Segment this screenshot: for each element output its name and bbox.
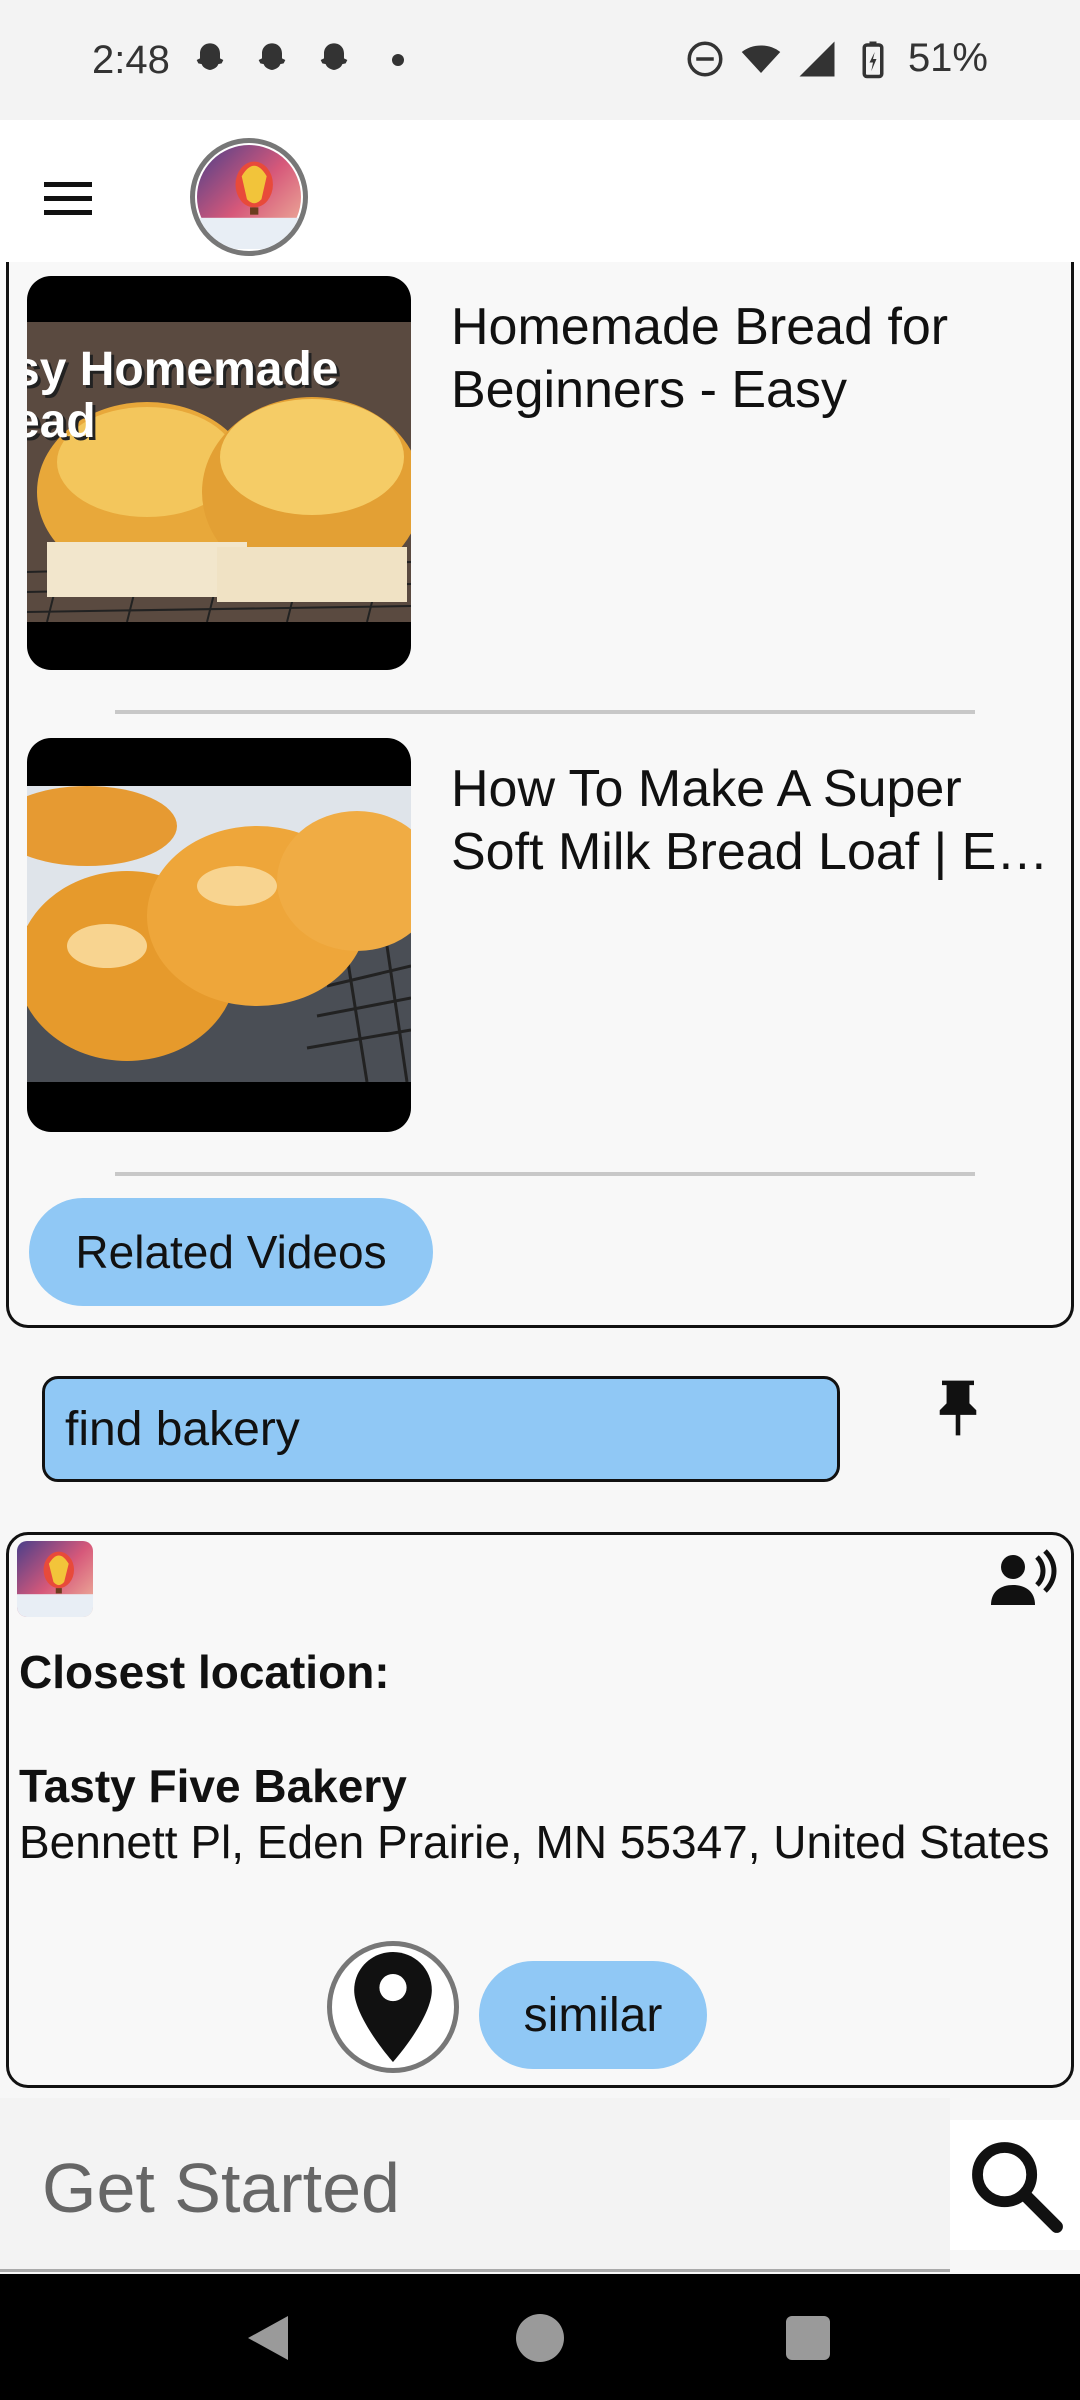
divider — [115, 710, 975, 714]
video-title-line: How To Make A Super — [451, 760, 962, 818]
video-title[interactable]: Homemade Bread for Beginners - Easy — [451, 296, 1051, 422]
search-button[interactable] — [950, 2120, 1080, 2250]
result-card: Closest location: Tasty Five Bakery Benn… — [6, 1532, 1074, 2088]
app-bar — [0, 120, 1080, 270]
video-thumbnail[interactable]: sy Homemade ead — [27, 276, 411, 670]
map-pin-icon — [354, 1952, 432, 2062]
recents-icon[interactable] — [786, 2316, 830, 2360]
thumbnail-text: ead — [27, 395, 96, 448]
status-bar: 2:48 51% — [0, 0, 1080, 120]
thumbnail-text: sy Homemade — [27, 343, 339, 396]
related-videos-button[interactable]: Related Videos — [29, 1198, 433, 1306]
video-thumbnail[interactable] — [27, 738, 411, 1132]
home-icon[interactable] — [516, 2314, 564, 2362]
map-pin-button[interactable] — [327, 1941, 459, 2073]
similar-button[interactable]: similar — [479, 1961, 707, 2069]
menu-icon[interactable] — [44, 168, 104, 228]
command-text-field[interactable]: find bakery — [42, 1376, 840, 1482]
place-address: Bennett Pl, Eden Prairie, MN 55347, Unit… — [19, 1816, 1050, 1868]
balloon-logo-icon — [17, 1541, 93, 1617]
more-notifications-dot — [392, 54, 404, 66]
search-input[interactable]: Get Started — [42, 2148, 400, 2228]
video-card: sy Homemade ead Homemade Bread for Begin… — [6, 262, 1074, 1328]
balloon-logo-icon — [197, 145, 301, 249]
battery-percent: 51% — [907, 36, 988, 80]
status-time: 2:48 — [92, 38, 170, 82]
status-right: 51% — [684, 36, 988, 81]
snapchat-ghost-icon — [320, 43, 348, 70]
bread-thumbnail-image — [27, 786, 411, 1082]
pin-icon[interactable] — [930, 1376, 986, 1440]
snapchat-ghost-icon — [258, 43, 286, 70]
speaker-icon[interactable] — [991, 1549, 1057, 1605]
video-title[interactable]: How To Make A Super Soft Milk Bread Loaf… — [451, 758, 1051, 884]
search-bar[interactable]: Get Started — [0, 2098, 950, 2272]
battery-icon — [862, 41, 884, 78]
place-name: Tasty Five Bakery — [19, 1760, 407, 1812]
result-heading: Closest location: — [19, 1646, 390, 1698]
system-nav-bar — [0, 2274, 1080, 2400]
signal-icon — [799, 41, 835, 76]
app-logo[interactable] — [190, 138, 308, 256]
back-icon[interactable] — [244, 2312, 292, 2364]
notification-icons — [190, 40, 404, 80]
video-title-line: Soft Milk Bread Loaf | Easy Recipe — [451, 823, 1051, 881]
dnd-icon — [687, 41, 723, 76]
snapchat-ghost-icon — [196, 43, 224, 70]
video-item[interactable]: sy Homemade ead Homemade Bread for Begin… — [27, 276, 1067, 676]
divider — [115, 1172, 975, 1176]
assistant-avatar — [17, 1541, 93, 1617]
search-icon — [972, 2142, 1063, 2233]
video-item[interactable]: How To Make A Super Soft Milk Bread Loaf… — [27, 738, 1067, 1138]
wifi-icon — [741, 44, 781, 73]
